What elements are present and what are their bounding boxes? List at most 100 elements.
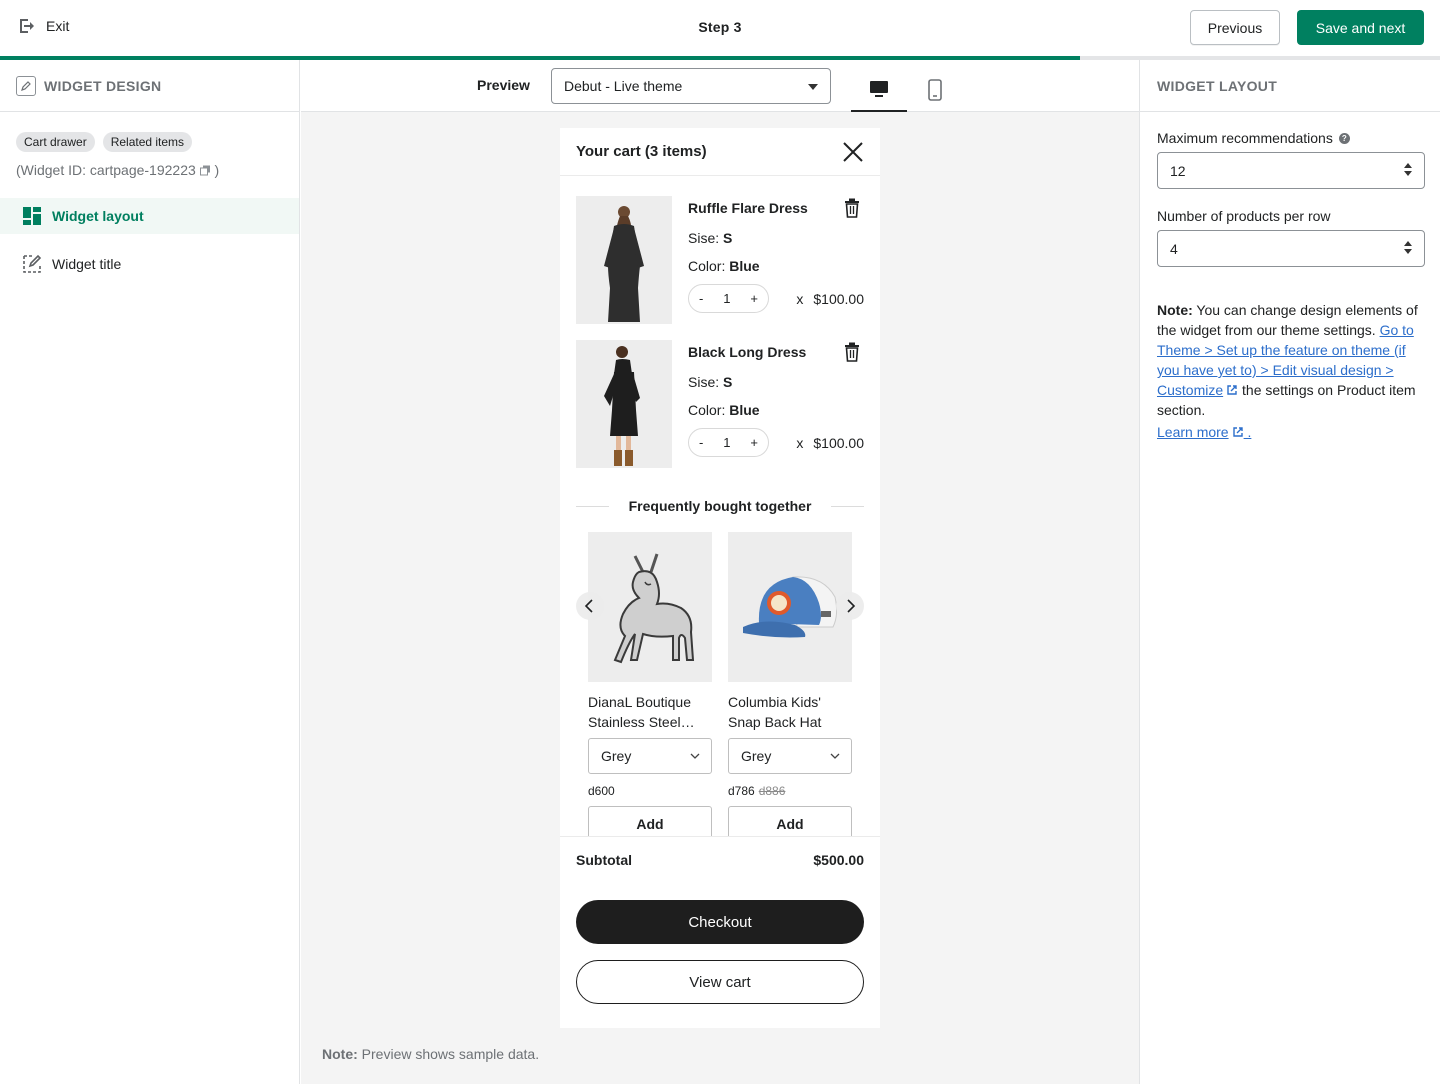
- left-panel: WIDGET DESIGN Cart drawer Related items …: [0, 60, 300, 1084]
- qty-increase-button[interactable]: +: [750, 435, 758, 450]
- theme-select-value: Debut - Live theme: [564, 78, 683, 94]
- cart-item-size: Sise: S: [688, 374, 732, 390]
- note-bold: Note:: [1157, 302, 1193, 318]
- sidebar-item-widget-layout[interactable]: Widget layout: [0, 198, 299, 234]
- widget-design-header: WIDGET DESIGN: [0, 60, 299, 112]
- exit-label: Exit: [46, 18, 70, 34]
- mobile-icon: [928, 79, 942, 101]
- copy-icon[interactable]: [199, 165, 211, 176]
- divider: [831, 505, 865, 507]
- widget-design-title: WIDGET DESIGN: [44, 77, 162, 94]
- note-text: Preview shows sample data.: [357, 1046, 540, 1062]
- trash-icon[interactable]: [844, 198, 860, 218]
- save-and-next-button[interactable]: Save and next: [1297, 10, 1424, 45]
- learn-more-dot: .: [1247, 424, 1252, 440]
- times-sign: x: [796, 291, 804, 307]
- cart-item-size: Sise: S: [688, 230, 732, 246]
- learn-more-text: Learn more: [1157, 424, 1229, 440]
- variant-select[interactable]: Grey: [728, 738, 852, 774]
- size-label: Sise:: [688, 374, 724, 390]
- help-icon[interactable]: ?: [1338, 132, 1350, 144]
- variant-select-value: Grey: [601, 748, 632, 764]
- widget-layout-header: WIDGET LAYOUT: [1140, 60, 1440, 112]
- preview-area: Preview Debut - Live theme Your cart (3 …: [301, 60, 1139, 1084]
- quantity-stepper: - 1 +: [688, 284, 769, 313]
- sidebar-item-widget-title[interactable]: Widget title: [0, 246, 299, 282]
- cart-item-color: Color: Blue: [688, 258, 760, 274]
- carousel-next-button[interactable]: [836, 592, 864, 620]
- note-bold: Note:: [322, 1046, 358, 1062]
- chevron-left-icon: [584, 599, 593, 613]
- products-per-row-label: Number of products per row: [1157, 208, 1331, 224]
- recommendation-name[interactable]: Columbia Kids' Snap Back Hat: [728, 692, 852, 732]
- exit-icon: [20, 19, 34, 33]
- right-panel: WIDGET LAYOUT Maximum recommendations ? …: [1139, 60, 1440, 1084]
- color-label: Color:: [688, 402, 730, 418]
- preview-label: Preview: [477, 77, 530, 93]
- color-value: Blue: [729, 258, 760, 274]
- title-edit-icon: [23, 254, 42, 273]
- cart-item-price: x $100.00: [796, 291, 864, 307]
- chevron-right-icon: [847, 599, 856, 613]
- cart-header: Your cart (3 items): [560, 128, 880, 176]
- field-label-text: Maximum recommendations: [1157, 130, 1333, 146]
- divider: [576, 505, 609, 507]
- mobile-view-button[interactable]: [907, 68, 963, 112]
- previous-button[interactable]: Previous: [1190, 10, 1280, 45]
- size-label: Sise:: [688, 230, 724, 246]
- product-image: [576, 340, 672, 468]
- cart-item: Ruffle Flare Dress Sise: S Color: Blue -…: [576, 196, 864, 324]
- qty-decrease-button[interactable]: -: [699, 435, 703, 450]
- external-link-icon: [1227, 385, 1237, 395]
- caret-down-icon: [808, 84, 818, 90]
- cart-drawer-preview: Your cart (3 items) Ruffle Flare Dress S…: [560, 128, 880, 1028]
- widget-layout-title: WIDGET LAYOUT: [1157, 77, 1278, 94]
- input-value: 12: [1170, 162, 1186, 179]
- desktop-icon: [870, 81, 888, 97]
- exit-button[interactable]: Exit: [18, 17, 69, 35]
- field-label-text: Number of products per row: [1157, 208, 1331, 224]
- products-per-row-input[interactable]: 4: [1157, 230, 1425, 267]
- qty-decrease-button[interactable]: -: [699, 291, 703, 306]
- compare-price: d886: [758, 784, 786, 798]
- theme-select[interactable]: Debut - Live theme: [551, 68, 831, 104]
- cart-item-name: Ruffle Flare Dress: [688, 200, 808, 216]
- product-image: [728, 532, 852, 682]
- cart-footer: Subtotal $500.00 Checkout View cart: [560, 836, 880, 1028]
- sale-price: d786: [728, 784, 755, 798]
- recommendation-price: d600: [588, 784, 712, 798]
- external-link-icon: [1232, 427, 1243, 437]
- sidebar-item-label: Widget title: [52, 256, 122, 272]
- max-recommendations-input[interactable]: 12: [1157, 152, 1425, 189]
- carousel-prev-button[interactable]: [576, 592, 604, 620]
- theme-settings-note: Note: You can change design elements of …: [1157, 300, 1427, 420]
- checkout-button[interactable]: Checkout: [576, 900, 864, 944]
- close-icon[interactable]: [842, 141, 864, 163]
- product-image: [576, 196, 672, 324]
- qty-increase-button[interactable]: +: [750, 291, 758, 306]
- recommendation-card: Columbia Kids' Snap Back Hat Grey d786 d8…: [728, 532, 852, 842]
- max-recommendations-label: Maximum recommendations ?: [1157, 130, 1350, 146]
- trash-icon[interactable]: [844, 342, 860, 362]
- widget-id-close: ): [214, 162, 220, 178]
- qty-value: 1: [723, 291, 731, 306]
- fbt-heading: Frequently bought together: [576, 498, 865, 514]
- product-image: [588, 532, 712, 682]
- view-cart-button[interactable]: View cart: [576, 960, 864, 1004]
- widget-id: (Widget ID: cartpage-192223 ): [16, 162, 219, 178]
- preview-toolbar: Preview Debut - Live theme: [301, 60, 1139, 112]
- spinner-arrows-icon[interactable]: [1404, 241, 1412, 254]
- subtotal-label: Subtotal: [576, 852, 632, 868]
- variant-select-value: Grey: [741, 748, 772, 764]
- widget-tags: Cart drawer Related items: [16, 132, 193, 152]
- spinner-arrows-icon[interactable]: [1404, 163, 1412, 176]
- quantity-stepper: - 1 +: [688, 428, 769, 457]
- learn-more-link[interactable]: Learn more .: [1157, 424, 1251, 440]
- desktop-view-button[interactable]: [851, 68, 907, 112]
- variant-select[interactable]: Grey: [588, 738, 712, 774]
- chevron-down-icon: [830, 753, 840, 759]
- cart-item: Black Long Dress Sise: S Color: Blue - 1…: [576, 340, 864, 468]
- recommendation-name[interactable]: DianaL Boutique Stainless Steel Silver H…: [588, 692, 712, 732]
- size-value: S: [723, 230, 733, 246]
- cart-title: Your cart (3 items): [576, 143, 707, 160]
